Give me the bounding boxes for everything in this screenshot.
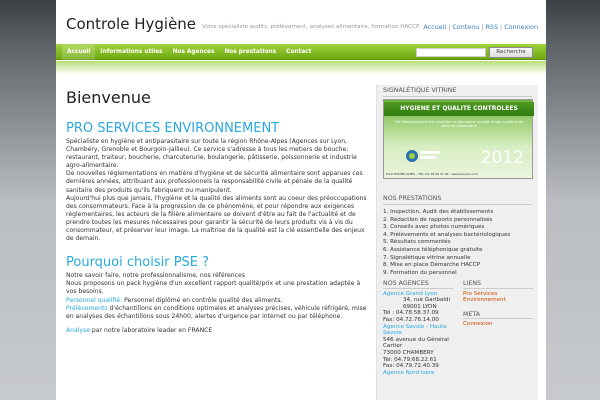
agence-isere-link[interactable]: Agence Nord Isère [383, 370, 453, 377]
signaletique-banner[interactable]: HYGIENE ET QUALITE CONTROLEES Cet établi… [383, 99, 534, 179]
list-item: 1. Inspection, Audit des établissements [383, 209, 494, 215]
page: Controle Hygiène Votre spécialiste audit… [56, 0, 546, 400]
main-content: Bienvenue PRO SERVICES ENVIRONNEMENT Spé… [66, 88, 372, 335]
pse-logo-icon [406, 150, 440, 162]
banner-subtitle: Cet établissement fait contrôler sa déma… [394, 120, 524, 129]
link-pro-services[interactable]: Pro Services Environnement [463, 291, 533, 304]
site-tagline: Votre spécialiste audits, prélèvement, a… [202, 24, 420, 30]
green-band [56, 61, 546, 75]
banner-footer: P.S.E RHONE-ALPES - TEL: 04 78 58 37 09 … [386, 172, 479, 176]
analyse-link[interactable]: Analyse [66, 327, 90, 334]
top-link-rss[interactable]: RSS [485, 23, 498, 31]
agences-column: NOS AGENCES Agence Grand Lyon 34, rue Ga… [383, 280, 453, 377]
list-item: 9. Formation du personnel [383, 269, 457, 276]
agences-heading: NOS AGENCES [383, 280, 453, 289]
top-links: Accueil | Contenu | RSS | Connexion [423, 23, 538, 31]
page-title: Bienvenue [66, 88, 151, 107]
regulation-paragraph: De nouvelles réglementations en matière … [66, 170, 363, 194]
agence-savoie-tel: Tél: 04.79.68.22.61 [383, 356, 437, 363]
quality-paragraph: Aujourd'hui plus que jamais, l'hygiène e… [66, 194, 367, 243]
top-link-accueil[interactable]: Accueil [423, 23, 446, 31]
list-item: 3. Conseils avec photos numériques [383, 224, 485, 231]
search-button[interactable]: Recherche [489, 47, 533, 58]
intro-paragraph: Spécialiste en hygiène et antiparasitair… [66, 138, 357, 170]
site-title[interactable]: Controle Hygiène [66, 15, 196, 33]
nav-informations-utiles[interactable]: Informations utiles [95, 44, 167, 60]
nav-nos-agences[interactable]: Nos Agences [168, 44, 220, 60]
heading-pse: PRO SERVICES ENVIRONNEMENT [66, 121, 280, 136]
prelevements-text: Prélèvements d'échantillons en condition… [66, 304, 367, 320]
list-item: 5. Résultats commentés [383, 239, 451, 246]
banner-year: 2012 [480, 148, 524, 168]
agence-savoie-fax: Fax: 04.79.72.40.39 [383, 363, 439, 370]
sidebar: SIGNALÉTIQUE VITRINE HYGIENE ET QUALITE … [376, 85, 538, 400]
meta-connexion-link[interactable]: Connexion [463, 321, 533, 328]
main-nav: Accueil Informations utiles Nos Agences … [56, 44, 546, 60]
prestations-heading: NOS PRESTATIONS [383, 195, 532, 205]
agence-savoie-link[interactable]: Agence Savoie - Haute Savoie [383, 324, 453, 337]
analyse-text: Analyse par notre laboratoire leader en … [66, 326, 213, 334]
signaletique-heading: SIGNALÉTIQUE VITRINE [383, 87, 532, 97]
agence-savoie-city: 73000 CHAMBERY [383, 349, 434, 356]
top-link-contenu[interactable]: Contenu [452, 23, 479, 31]
agence-lyon-tel: Tél : 04.78.58.37.09 [383, 310, 439, 317]
agence-savoie-street: 546 avenue du Général Cartier [383, 336, 449, 350]
prelevements-link[interactable]: Prélèvements [66, 305, 108, 312]
prestations-list: 1. Inspection, Audit des établissements … [383, 209, 532, 277]
agence-lyon-fax: Fax: 04.72.76.14.00 [383, 316, 439, 323]
search-input[interactable] [416, 48, 486, 57]
list-item: 8. Mise en place Démarche HACCP [383, 262, 480, 269]
agence-lyon-street: 34, rue Garibaldi [403, 297, 450, 304]
top-link-connexion[interactable]: Connexion [504, 23, 538, 31]
personnel-link[interactable]: Personnel qualifié: [66, 297, 122, 304]
nav-nos-prestations[interactable]: Nos prestations [219, 44, 281, 60]
nav-contact[interactable]: Contact [281, 44, 316, 60]
pack-text: Nous proposons un pack hygiène d'un exce… [66, 280, 361, 296]
liens-column: LIENS Pro Services Environnement META Co… [463, 280, 533, 328]
agence-lyon-link[interactable]: Agence Grand Lyon [383, 291, 453, 298]
list-item: 6. Assistance téléphonique gratuite [383, 246, 483, 253]
banner-title: HYGIENE ET QUALITE CONTROLEES [384, 102, 534, 116]
meta-heading: META [463, 311, 533, 320]
header: Controle Hygiène Votre spécialiste audit… [56, 0, 546, 42]
heading-why-pse: Pourquoi choisir PSE ? [66, 255, 210, 271]
personnel-text: Personnel qualifié: Personnel diplômé en… [66, 296, 283, 304]
nav-accueil[interactable]: Accueil [62, 44, 96, 60]
liens-heading: LIENS [463, 280, 533, 289]
